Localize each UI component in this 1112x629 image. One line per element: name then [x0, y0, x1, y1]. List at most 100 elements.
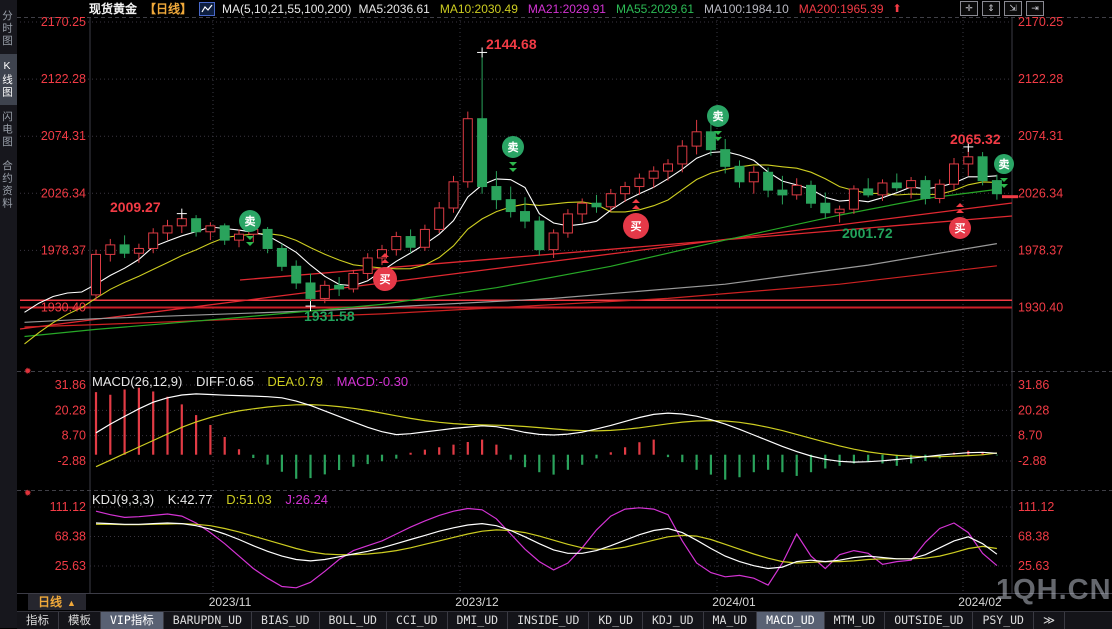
chart-tool-icons: ✛ ⇕ ⇲ ⇥ [960, 1, 1044, 16]
svg-text:20.28: 20.28 [1018, 403, 1049, 417]
kdj-d: D:51.03 [226, 492, 272, 507]
macd-panel [94, 387, 999, 480]
svg-text:1978.37: 1978.37 [1018, 243, 1063, 257]
sidebar-item-3[interactable]: 合约资料 [0, 154, 17, 216]
svg-text:8.70: 8.70 [62, 429, 86, 443]
indicator-toolbar: 指标 模板 VIP指标 BARUPDN_UD BIAS_UD BOLL_UD CCI_UD D… [17, 611, 1112, 629]
svg-text:卖: 卖 [245, 214, 256, 228]
toolbar-tab[interactable]: 指标 [17, 612, 59, 629]
toolbar-tab[interactable]: ≫ [1034, 612, 1066, 629]
svg-text:2074.31: 2074.31 [1018, 129, 1063, 143]
kdj-name: KDJ(9,3,3) [92, 492, 155, 507]
toolbar-tab[interactable]: BIAS_UD [252, 612, 320, 629]
period-label: 【日线】 [144, 2, 193, 16]
toolbar-tab[interactable]: KDJ_UD [643, 612, 704, 629]
macd-diff: DIFF:0.65 [195, 374, 254, 389]
toolbar-tab[interactable]: PSY_UD [973, 612, 1034, 629]
left-sidebar: 分时图 K线图 闪电图 合约资料 [0, 0, 17, 628]
crosshair-icon[interactable]: ✛ [960, 1, 978, 16]
svg-text:20.28: 20.28 [55, 403, 86, 417]
svg-text:1930.40: 1930.40 [1018, 300, 1063, 314]
toolbar-tab[interactable]: 模板 [59, 612, 101, 629]
macd-dea: DEA:0.79 [267, 374, 324, 389]
svg-text:2170.25: 2170.25 [1018, 15, 1063, 29]
kdj-panel [95, 507, 998, 589]
svg-text:卖: 卖 [508, 140, 519, 154]
svg-text:买: 买 [380, 273, 391, 286]
x-axis-date-label: 2024/01 [712, 595, 756, 609]
price-up-arrow-icon: ⬆ [892, 3, 902, 15]
axis-labels: 2170.25 2170.25 2122.28 2122.28 2074.31 2074.… [41, 15, 1063, 573]
macd-name: MACD(26,12,9) [92, 374, 183, 389]
panel-borders [17, 17, 1112, 594]
svg-text:2026.34: 2026.34 [41, 186, 86, 200]
toolbar-tab[interactable]: MA_UD [704, 612, 758, 629]
svg-text:买: 买 [955, 222, 966, 235]
y-axis-tool-icon[interactable]: ⇕ [982, 1, 1000, 16]
toolbar-tab[interactable]: BARUPDN_UD [164, 612, 253, 629]
period-selector[interactable]: 日线 ▲ [28, 594, 86, 610]
sidebar-item-1[interactable]: K线图 [0, 53, 17, 105]
sidebar-item-2[interactable]: 闪电图 [0, 105, 17, 155]
svg-text:2170.25: 2170.25 [41, 15, 86, 29]
ma-value: MA21:2029.91 [527, 1, 606, 16]
svg-text:68.38: 68.38 [55, 529, 86, 543]
svg-text:1931.58: 1931.58 [304, 308, 355, 324]
ma-value: MA5:2036.61 [358, 1, 430, 16]
svg-text:卖: 卖 [713, 109, 724, 123]
watermark: 1QH.CN [996, 574, 1112, 606]
ma-value: MA100:1984.10 [704, 1, 789, 16]
buy-signal-marker: 买 [623, 199, 649, 239]
svg-text:1978.37: 1978.37 [41, 243, 86, 257]
svg-text:31.86: 31.86 [55, 378, 86, 392]
zoom-tool-icon[interactable]: ⇲ [1004, 1, 1022, 16]
top-bar: 现货黄金 【日线】 MA(5,10,21,55,100,200) MA5:203… [17, 0, 1112, 17]
date-axis-row: 日线 ▲ 2023/11 2023/12 2024/01 2024/02 [17, 594, 1112, 611]
toolbar-tab[interactable]: INSIDE_UD [508, 612, 590, 629]
svg-text:2009.27: 2009.27 [110, 199, 161, 215]
period-selector-arrow-icon: ▲ [67, 598, 76, 608]
toolbar-tab[interactable]: KD_UD [589, 612, 643, 629]
x-axis-tool-icon[interactable]: ⇥ [1026, 1, 1044, 16]
x-axis-date-label: 2023/11 [208, 595, 252, 609]
toolbar-tab[interactable]: OUTSIDE_UD [885, 612, 974, 629]
sell-signal-marker: 卖 [502, 136, 524, 172]
x-axis-date-label: 2023/12 [455, 595, 499, 609]
kdj-panel-title: KDJ(9,3,3) K:42.77 D:51.03 J:26.24 [92, 492, 338, 507]
candlesticks [91, 47, 1018, 312]
chart-type-icon[interactable] [199, 1, 216, 16]
kdj-panel-handle-icon[interactable]: ✹ [24, 488, 32, 499]
ma-value: MA10:2030.49 [439, 1, 518, 16]
sidebar-item-0[interactable]: 分时图 [0, 4, 17, 54]
macd-panel-handle-icon[interactable]: ✹ [24, 366, 32, 377]
macd-macd: MACD:-0.30 [336, 374, 409, 389]
svg-text:8.70: 8.70 [1018, 429, 1042, 443]
toolbar-tab[interactable]: DMI_UD [448, 612, 509, 629]
svg-text:111.12: 111.12 [1018, 500, 1054, 514]
toolbar-tab[interactable]: MACD_UD [757, 612, 825, 629]
svg-text:2144.68: 2144.68 [486, 36, 537, 52]
toolbar-tab[interactable]: MTM_UD [825, 612, 886, 629]
svg-text:-2.88: -2.88 [1018, 454, 1047, 468]
toolbar-tab[interactable]: CCI_UD [387, 612, 448, 629]
period-selector-label: 日线 [38, 595, 63, 609]
price-chart-svg[interactable]: 卖卖卖卖买买 买2009.272144.681931.582001.722065.… [0, 0, 1112, 628]
svg-text:1930.40: 1930.40 [41, 300, 86, 314]
svg-text:2074.31: 2074.31 [41, 129, 86, 143]
svg-text:卖: 卖 [999, 157, 1010, 171]
svg-text:买: 买 [631, 220, 642, 233]
kdj-k: K:42.77 [167, 492, 213, 507]
toolbar-tab[interactable]: VIP指标 [101, 612, 164, 629]
svg-text:2026.34: 2026.34 [1018, 186, 1063, 200]
svg-text:2122.28: 2122.28 [1018, 72, 1063, 86]
svg-text:2122.28: 2122.28 [41, 72, 86, 86]
svg-text:25.63: 25.63 [1018, 559, 1049, 573]
ma-values: MA5:2036.61 MA10:2030.49 MA21:2029.91 MA55:… [358, 2, 883, 16]
ma-header: MA(5,10,21,55,100,200) [222, 1, 352, 16]
kdj-j: J:26.24 [285, 492, 329, 507]
svg-text:-2.88: -2.88 [58, 454, 87, 468]
toolbar-tab[interactable]: BOLL_UD [320, 612, 387, 629]
buy-signal-marker: 买 [373, 253, 397, 291]
svg-text:2001.72: 2001.72 [842, 225, 893, 241]
svg-text:25.63: 25.63 [55, 559, 86, 573]
